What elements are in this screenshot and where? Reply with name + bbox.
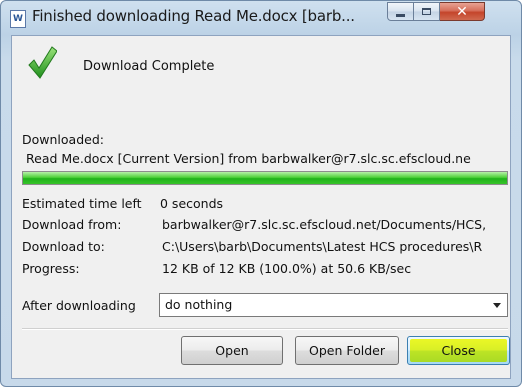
time-left-value: 0 seconds <box>160 196 224 211</box>
title-bar[interactable]: W Finished downloading Read Me.docx [bar… <box>1 1 521 35</box>
close-icon: ✕ <box>456 3 468 20</box>
window-title: Finished downloading Read Me.docx [barb.… <box>32 7 355 25</box>
window-close-button[interactable]: ✕ <box>440 2 485 21</box>
download-from-label: Download from: <box>22 217 122 232</box>
open-folder-button[interactable]: Open Folder <box>295 336 399 365</box>
after-downloading-selected-value: do nothing <box>165 297 233 312</box>
close-button-label: Close <box>441 343 476 358</box>
downloaded-file-line: Read Me.docx [Current Version] from barb… <box>26 151 471 166</box>
download-complete-message: Download Complete <box>83 59 215 74</box>
progress-label: Progress: <box>22 261 80 276</box>
download-dialog: W Finished downloading Read Me.docx [bar… <box>0 0 522 387</box>
close-button[interactable]: Close <box>407 336 510 365</box>
open-folder-button-label: Open Folder <box>309 343 385 358</box>
open-button[interactable]: Open <box>181 336 283 365</box>
progress-bar-fill <box>23 172 507 184</box>
after-downloading-label: After downloading <box>22 298 136 313</box>
downloaded-label: Downloaded: <box>22 132 104 147</box>
minimize-button[interactable] <box>387 2 414 21</box>
open-button-label: Open <box>215 343 249 358</box>
download-to-label: Download to: <box>22 239 105 254</box>
download-from-value: barbwalker@r7.slc.sc.efscloud.net/Docume… <box>162 217 487 232</box>
word-document-icon: W <box>10 10 26 28</box>
progress-value: 12 KB of 12 KB (100.0%) at 50.6 KB/sec <box>162 261 412 276</box>
maximize-button[interactable] <box>414 2 440 21</box>
checkmark-icon <box>28 46 57 79</box>
time-left-label: Estimated time left <box>22 196 142 211</box>
minimize-icon <box>396 13 405 17</box>
download-to-value: C:\Users\barb\Documents\Latest HCS proce… <box>162 239 483 254</box>
caption-buttons: ✕ <box>387 2 485 22</box>
after-downloading-select[interactable]: do nothing <box>159 293 508 317</box>
maximize-icon <box>422 8 431 15</box>
dropdown-arrow-icon <box>493 303 501 308</box>
divider <box>22 328 508 330</box>
progress-bar <box>22 171 508 185</box>
